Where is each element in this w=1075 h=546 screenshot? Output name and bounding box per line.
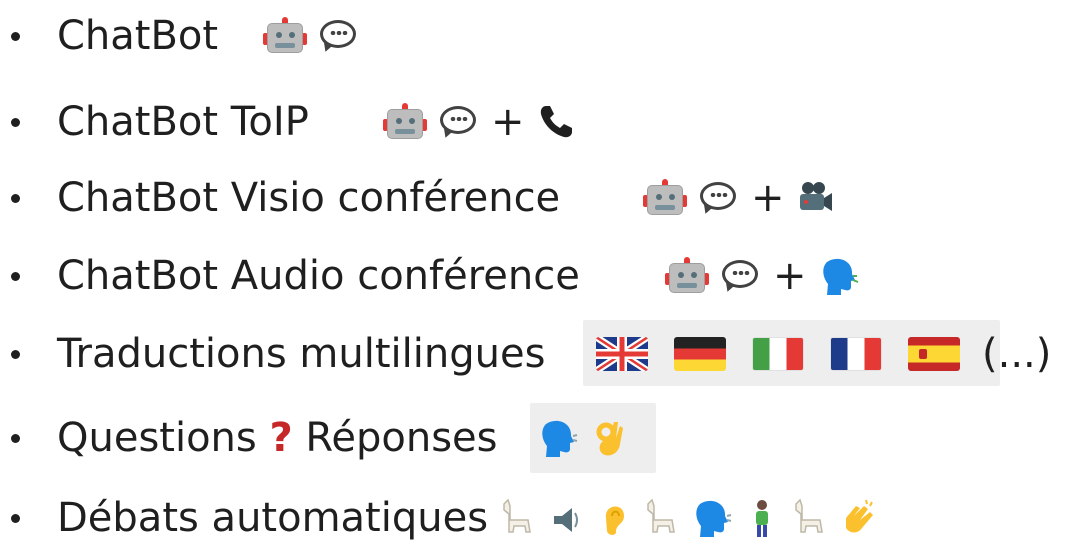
robot-icon [665, 257, 709, 295]
speaking-head-icon [819, 256, 859, 296]
list-item-chatbot-visio: ChatBot Visio conférence + [0, 170, 1075, 226]
flag-france-icon [830, 337, 882, 371]
list-item-suffix: (...) [982, 331, 1052, 377]
person-standing-icon [744, 498, 780, 538]
movie-camera-icon [797, 178, 833, 218]
ok-hand-icon [590, 418, 626, 458]
list-item-debats: Débats automatiques [0, 490, 1075, 546]
list-item-chatbot-toip: ChatBot ToIP + [0, 94, 1075, 150]
label-reponses: Réponses [305, 415, 498, 461]
llama-icon [792, 498, 828, 538]
list-item-chatbot-audio: ChatBot Audio conférence + [0, 248, 1075, 304]
list-item-label: Questions ? Réponses [57, 410, 498, 466]
list-item-questions: Questions ? Réponses [0, 410, 1075, 466]
speaking-head-icon [692, 498, 732, 538]
speech-bubble-icon [319, 17, 359, 55]
speaker-icon [548, 498, 584, 538]
list-item-label: ChatBot Audio conférence [57, 253, 580, 299]
bullet-dot [11, 193, 20, 203]
robot-icon [383, 103, 427, 141]
bullet-dot [11, 271, 20, 281]
plus-sign: + [491, 99, 525, 145]
speech-bubble-icon [439, 103, 479, 141]
bullet-dot [11, 31, 20, 41]
list-item-label: ChatBot ToIP [57, 99, 309, 145]
bullet-dot [11, 433, 20, 443]
plus-sign: + [751, 175, 785, 221]
label-questions: Questions [57, 415, 257, 461]
flag-uk-icon [596, 337, 648, 371]
list-item-translations: Traductions multilingues (...) [0, 326, 1075, 382]
speech-bubble-icon [699, 179, 739, 217]
flag-spain-icon [908, 337, 960, 371]
telephone-icon [537, 103, 575, 141]
robot-icon [643, 179, 687, 217]
speaking-head-icon [538, 418, 578, 458]
bullet-dot [11, 349, 20, 359]
llama-icon [644, 498, 680, 538]
clapping-hands-icon [840, 498, 876, 538]
list-item-chatbot: ChatBot [0, 8, 1075, 64]
flag-germany-icon [674, 337, 726, 371]
llama-icon [500, 498, 536, 538]
list-item-label: Débats automatiques [57, 495, 489, 541]
flag-italy-icon [752, 337, 804, 371]
list-item-label: ChatBot Visio conférence [57, 175, 561, 221]
ear-icon [596, 498, 632, 538]
speech-bubble-icon [721, 257, 761, 295]
list-item-label: ChatBot [57, 13, 219, 59]
question-mark: ? [269, 415, 293, 461]
robot-icon [263, 17, 307, 55]
plus-sign: + [773, 253, 807, 299]
bullet-dot [11, 513, 20, 523]
list-item-label: Traductions multilingues [57, 331, 546, 377]
bullet-list: ChatBot ChatBot ToIP + ChatBot Visio con… [0, 0, 1075, 543]
bullet-dot [11, 117, 20, 127]
